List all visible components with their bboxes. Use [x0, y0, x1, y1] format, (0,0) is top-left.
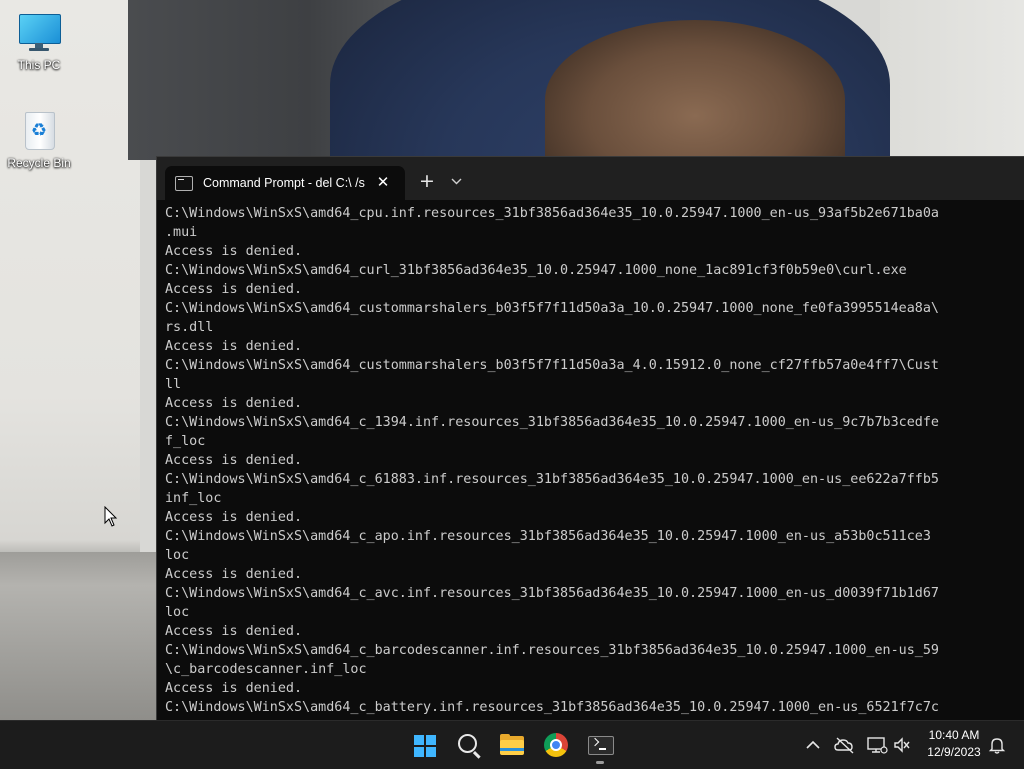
wallpaper-floor [0, 552, 160, 720]
clock-time: 10:40 AM [928, 728, 980, 742]
windows-logo-icon [414, 735, 436, 757]
clock-date: 12/9/2023 [927, 745, 981, 759]
terminal-icon [588, 736, 614, 755]
network-icon[interactable] [866, 735, 888, 755]
console-line: Access is denied. [165, 510, 303, 525]
chevron-up-icon[interactable] [803, 735, 823, 755]
desktop-icon-this-pc[interactable]: This PC [1, 10, 77, 72]
chrome-icon [544, 733, 568, 757]
console-line: Access is denied. [165, 453, 303, 468]
monitor-icon [17, 10, 61, 54]
console-line: loc [165, 548, 190, 563]
tab-command-prompt[interactable]: Command Prompt - del C:\ /s ✕ [165, 166, 405, 200]
console-line: Access is denied. [165, 282, 303, 297]
console-output[interactable]: C:\Windows\WinSxS\amd64_cpu.inf.resource… [165, 204, 1024, 721]
console-line: C:\Windows\WinSxS\amd64_custommarshalers… [165, 301, 939, 316]
terminal-window[interactable]: Command Prompt - del C:\ /s ✕ + C:\Windo… [156, 156, 1024, 721]
console-line: Access is denied. [165, 624, 303, 639]
terminal-button[interactable] [582, 727, 618, 764]
console-line: Access is denied. [165, 567, 303, 582]
console-line: Access is denied. [165, 681, 303, 696]
console-line: C:\Windows\WinSxS\amd64_c_avc.inf.resour… [165, 586, 939, 601]
chevron-down-icon [451, 178, 462, 185]
desktop-icon-recycle-bin[interactable]: ♻ Recycle Bin [1, 108, 77, 170]
volume-muted-icon[interactable] [892, 735, 912, 755]
command-prompt-icon [175, 175, 193, 191]
desktop-icon-label: Recycle Bin [7, 156, 71, 170]
console-line: C:\Windows\WinSxS\amd64_c_1394.inf.resou… [165, 415, 939, 430]
terminal-titlebar[interactable]: Command Prompt - del C:\ /s ✕ + [157, 157, 1024, 200]
wallpaper-window [880, 0, 1024, 160]
tab-title: Command Prompt - del C:\ /s [203, 176, 365, 190]
file-explorer-button[interactable] [494, 727, 530, 763]
bell-icon[interactable] [987, 735, 1007, 755]
console-line: C:\Windows\WinSxS\amd64_cpu.inf.resource… [165, 206, 939, 221]
taskbar: 10:40 AM 12/9/2023 [0, 720, 1024, 769]
console-line: Access is denied. [165, 244, 303, 259]
taskbar-clock[interactable]: 10:40 AM 12/9/2023 [918, 727, 990, 761]
onedrive-offline-icon[interactable] [834, 735, 854, 755]
console-line: rs.dll [165, 320, 214, 335]
tab-close-button[interactable]: ✕ [373, 172, 393, 192]
console-line: C:\Windows\WinSxS\amd64_c_barcodescanner… [165, 643, 939, 658]
recycle-bin-icon: ♻ [17, 108, 61, 152]
console-line: ll [165, 377, 182, 392]
console-line: C:\Windows\WinSxS\amd64_curl_31bf3856ad3… [165, 263, 907, 278]
console-line: C:\Windows\WinSxS\amd64_c_apo.inf.resour… [165, 529, 931, 544]
console-line: f_loc [165, 434, 206, 449]
console-line: Access is denied. [165, 396, 303, 411]
console-line: C:\Windows\WinSxS\amd64_c_battery.inf.re… [165, 700, 939, 715]
search-icon [458, 734, 477, 753]
mouse-cursor-icon [104, 506, 118, 527]
search-button[interactable] [450, 727, 486, 763]
console-line: loc [165, 605, 190, 620]
console-line: C:\Windows\WinSxS\amd64_custommarshalers… [165, 358, 939, 373]
chrome-button[interactable] [538, 727, 574, 763]
console-line: .mui [165, 225, 198, 240]
console-line: C:\Windows\WinSxS\amd64_c_61883.inf.reso… [165, 472, 939, 487]
tab-dropdown-button[interactable] [447, 169, 467, 193]
start-button[interactable] [406, 727, 442, 763]
active-indicator [596, 761, 604, 764]
new-tab-button[interactable]: + [415, 169, 439, 193]
desktop-icon-label: This PC [17, 58, 61, 72]
console-line: \c_barcodescanner.inf_loc [165, 662, 367, 677]
console-line: inf_loc [165, 491, 222, 506]
console-line: Access is denied. [165, 339, 303, 354]
